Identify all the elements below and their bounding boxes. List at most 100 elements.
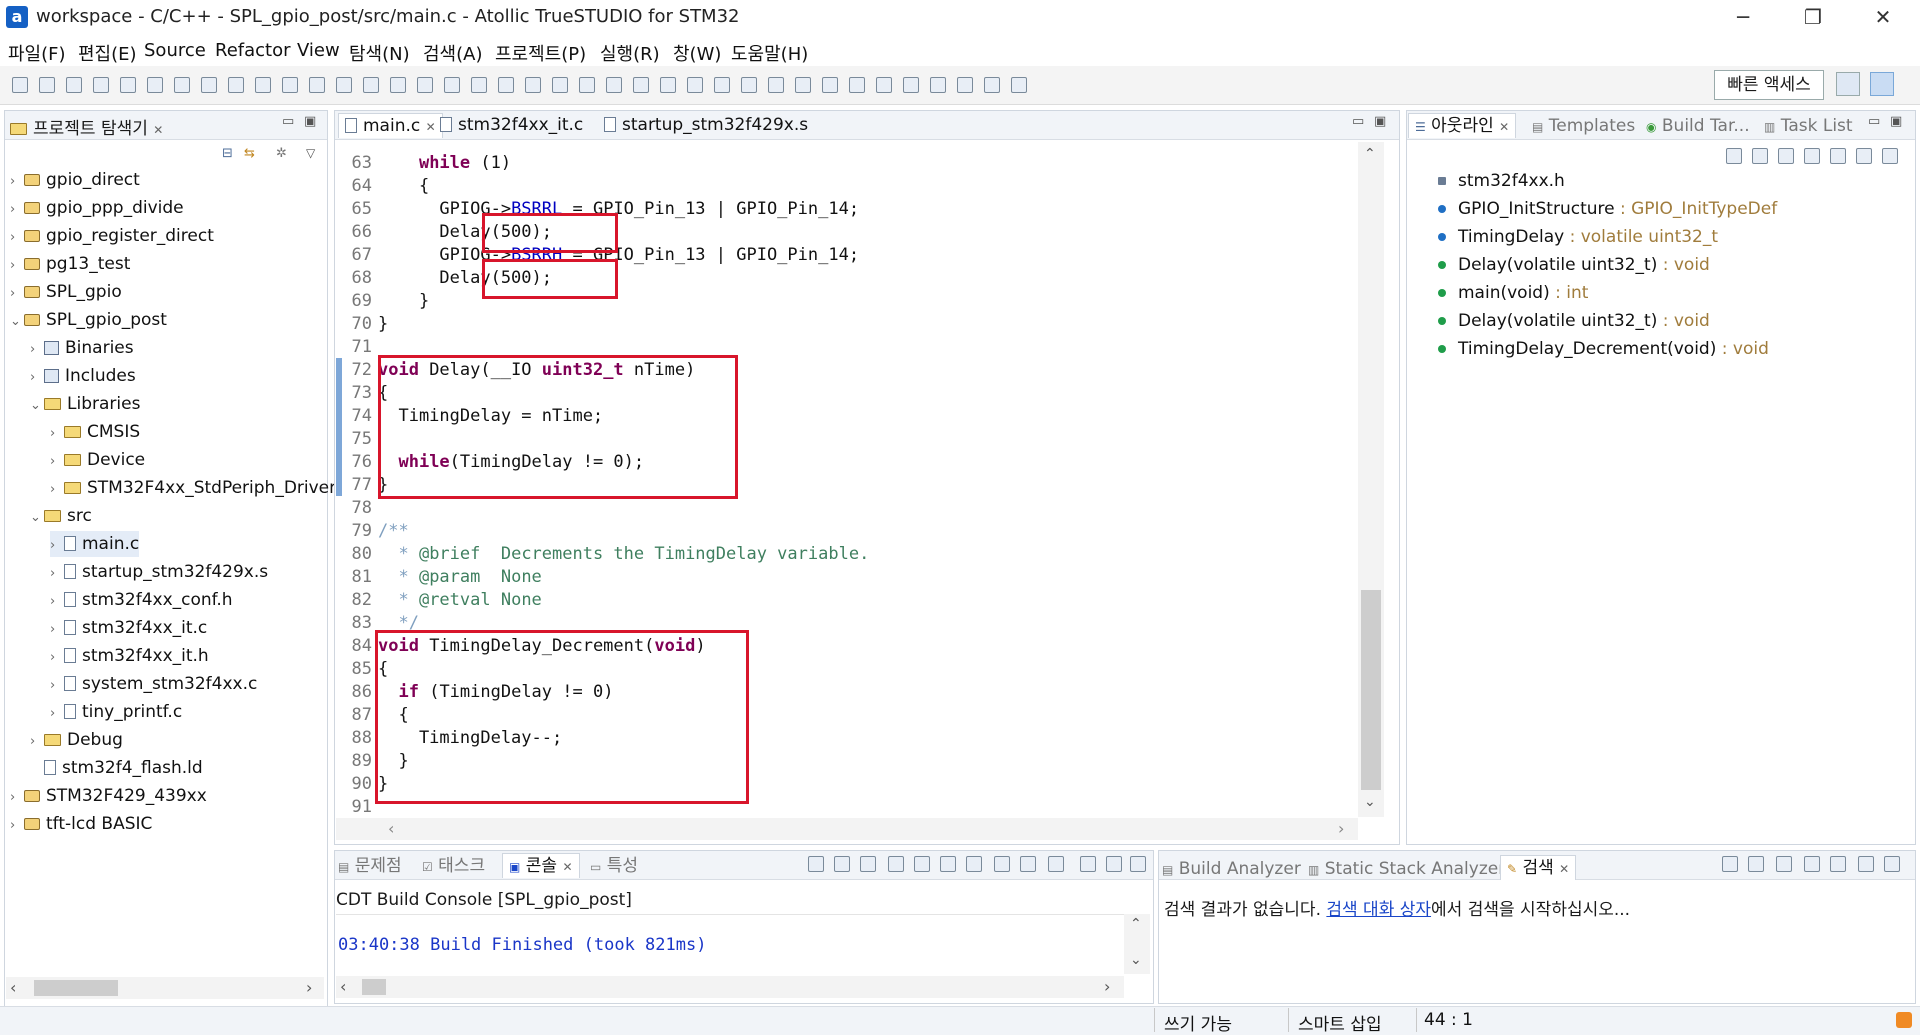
- menu-edit[interactable]: 편집(E): [78, 40, 137, 66]
- toolbar-icon[interactable]: [957, 77, 973, 93]
- toolbar-icon[interactable]: [822, 77, 838, 93]
- outline-tool-icon[interactable]: [1726, 148, 1742, 164]
- rss-icon[interactable]: [1896, 1012, 1912, 1028]
- code-line[interactable]: 79 /**: [336, 520, 409, 543]
- editor-h-scrollbar[interactable]: [336, 818, 1358, 840]
- collapsed-icon[interactable]: ›: [10, 169, 24, 195]
- toolbar-icon[interactable]: [444, 77, 460, 93]
- toolbar-icon[interactable]: [525, 77, 541, 93]
- collapsed-icon[interactable]: ›: [30, 729, 44, 755]
- editor-scroll-thumb[interactable]: [1361, 590, 1381, 790]
- close-icon[interactable]: ✕: [562, 860, 572, 874]
- toolbar-icon[interactable]: [39, 77, 55, 93]
- scroll-left-icon[interactable]: ‹: [10, 978, 16, 997]
- toolbar-icon[interactable]: [174, 77, 190, 93]
- tab-properties[interactable]: ▭ 특성: [590, 854, 638, 878]
- collapsed-icon[interactable]: ›: [50, 533, 64, 559]
- toolbar-icon[interactable]: [768, 77, 784, 93]
- tree-item[interactable]: › Includes: [30, 363, 136, 389]
- toolbar-icon[interactable]: [606, 77, 622, 93]
- collapsed-icon[interactable]: ›: [10, 785, 24, 811]
- minimize-view-icon[interactable]: ▭: [1868, 114, 1880, 129]
- toolbar-icon[interactable]: [1011, 77, 1027, 93]
- console-tool-icon[interactable]: [940, 856, 956, 872]
- code-line[interactable]: 91: [336, 796, 378, 819]
- outline-tool-icon[interactable]: [1752, 148, 1768, 164]
- outline-tool-icon[interactable]: [1830, 148, 1846, 164]
- outline-tool-icon[interactable]: [1778, 148, 1794, 164]
- minimize-view-icon[interactable]: ▭: [282, 114, 294, 129]
- collapsed-icon[interactable]: ›: [10, 813, 24, 839]
- collapsed-icon[interactable]: ›: [50, 701, 64, 727]
- tab-build-analyzer[interactable]: ▤ Build Analyzer: [1162, 857, 1301, 881]
- toolbar-icon[interactable]: [282, 77, 298, 93]
- tree-item[interactable]: › tiny_printf.c: [50, 699, 182, 725]
- console-tool-icon[interactable]: [834, 856, 850, 872]
- collapsed-icon[interactable]: ›: [10, 197, 24, 223]
- search-tool-icon[interactable]: [1830, 856, 1846, 872]
- console-tool-icon[interactable]: [808, 856, 824, 872]
- outline-item[interactable]: TimingDelay : volatile uint32_t: [1438, 225, 1718, 249]
- tab-static-stack-analyzer[interactable]: ▥ Static Stack Analyzer: [1308, 857, 1505, 881]
- tree-item[interactable]: › pg13_test: [10, 251, 130, 277]
- toolbar-icon[interactable]: [471, 77, 487, 93]
- outline-tool-icon[interactable]: [1856, 148, 1872, 164]
- console-h-scrollbar[interactable]: [336, 976, 1124, 998]
- close-icon[interactable]: ✕: [1559, 862, 1569, 876]
- search-tool-icon[interactable]: [1748, 856, 1764, 872]
- expanded-icon[interactable]: ⌄: [30, 393, 44, 419]
- tree-item[interactable]: ⌄ src: [30, 503, 92, 529]
- code-line[interactable]: 71: [336, 336, 378, 359]
- console-tool-icon[interactable]: [1080, 856, 1096, 872]
- console-tool-icon[interactable]: [994, 856, 1010, 872]
- toolbar-icon[interactable]: [66, 77, 82, 93]
- toolbar-icon[interactable]: [849, 77, 865, 93]
- toolbar-icon[interactable]: [228, 77, 244, 93]
- search-tool-icon[interactable]: [1884, 856, 1900, 872]
- collapsed-icon[interactable]: ›: [50, 589, 64, 615]
- minimize-view-icon[interactable]: ▭: [1352, 114, 1364, 129]
- close-icon[interactable]: ✕: [153, 123, 163, 137]
- tab-stm32f4xx-it-c[interactable]: stm32f4xx_it.c: [440, 113, 583, 137]
- maximize-button[interactable]: ❐: [1790, 2, 1836, 32]
- collapsed-icon[interactable]: ›: [10, 225, 24, 251]
- code-line[interactable]: 64 {: [336, 175, 430, 198]
- toolbar-icon[interactable]: [795, 77, 811, 93]
- scroll-left-icon[interactable]: ‹: [340, 977, 346, 996]
- close-button[interactable]: ✕: [1860, 2, 1906, 32]
- toolbar-icon[interactable]: [147, 77, 163, 93]
- search-tool-icon[interactable]: [1722, 856, 1738, 872]
- quick-access-field[interactable]: 빠른 액세스: [1714, 70, 1824, 100]
- code-line[interactable]: 63 while (1): [336, 152, 512, 175]
- menu-file[interactable]: 파일(F): [8, 40, 66, 66]
- toolbar-icon[interactable]: [120, 77, 136, 93]
- tree-item[interactable]: › Device: [50, 447, 145, 473]
- console-tool-icon[interactable]: [914, 856, 930, 872]
- view-menu-icon[interactable]: ▽: [306, 146, 315, 160]
- maximize-view-icon[interactable]: ▣: [1374, 114, 1386, 129]
- collapsed-icon[interactable]: ›: [50, 645, 64, 671]
- toolbar-icon[interactable]: [714, 77, 730, 93]
- toolbar-icon[interactable]: [633, 77, 649, 93]
- scroll-right-icon[interactable]: ›: [306, 978, 312, 997]
- scroll-up-icon[interactable]: ⌃: [1130, 916, 1142, 932]
- search-tool-icon[interactable]: [1804, 856, 1820, 872]
- tree-item[interactable]: › SPL_gpio: [10, 279, 122, 305]
- outline-item[interactable]: stm32f4xx.h: [1438, 169, 1565, 193]
- collapsed-icon[interactable]: ›: [50, 673, 64, 699]
- link-editor-icon[interactable]: ⇆: [244, 146, 255, 161]
- tree-item[interactable]: › gpio_direct: [10, 167, 140, 193]
- perspective-icon[interactable]: [1836, 72, 1860, 96]
- tab-build-targets[interactable]: ◉ Build Tar...: [1646, 114, 1750, 138]
- collapsed-icon[interactable]: ›: [10, 253, 24, 279]
- search-tool-icon[interactable]: [1858, 856, 1874, 872]
- code-line[interactable]: 75: [336, 428, 378, 451]
- outline-item[interactable]: Delay(volatile uint32_t) : void: [1438, 253, 1710, 277]
- toolbar-icon[interactable]: [201, 77, 217, 93]
- menu-help[interactable]: 도움말(H): [731, 40, 808, 66]
- toolbar-icon[interactable]: [903, 77, 919, 93]
- project-explorer-tab[interactable]: 프로젝트 탐색기 ✕: [10, 114, 163, 139]
- toolbar-icon[interactable]: [417, 77, 433, 93]
- toolbar-icon[interactable]: [741, 77, 757, 93]
- maximize-view-icon[interactable]: ▣: [304, 114, 316, 129]
